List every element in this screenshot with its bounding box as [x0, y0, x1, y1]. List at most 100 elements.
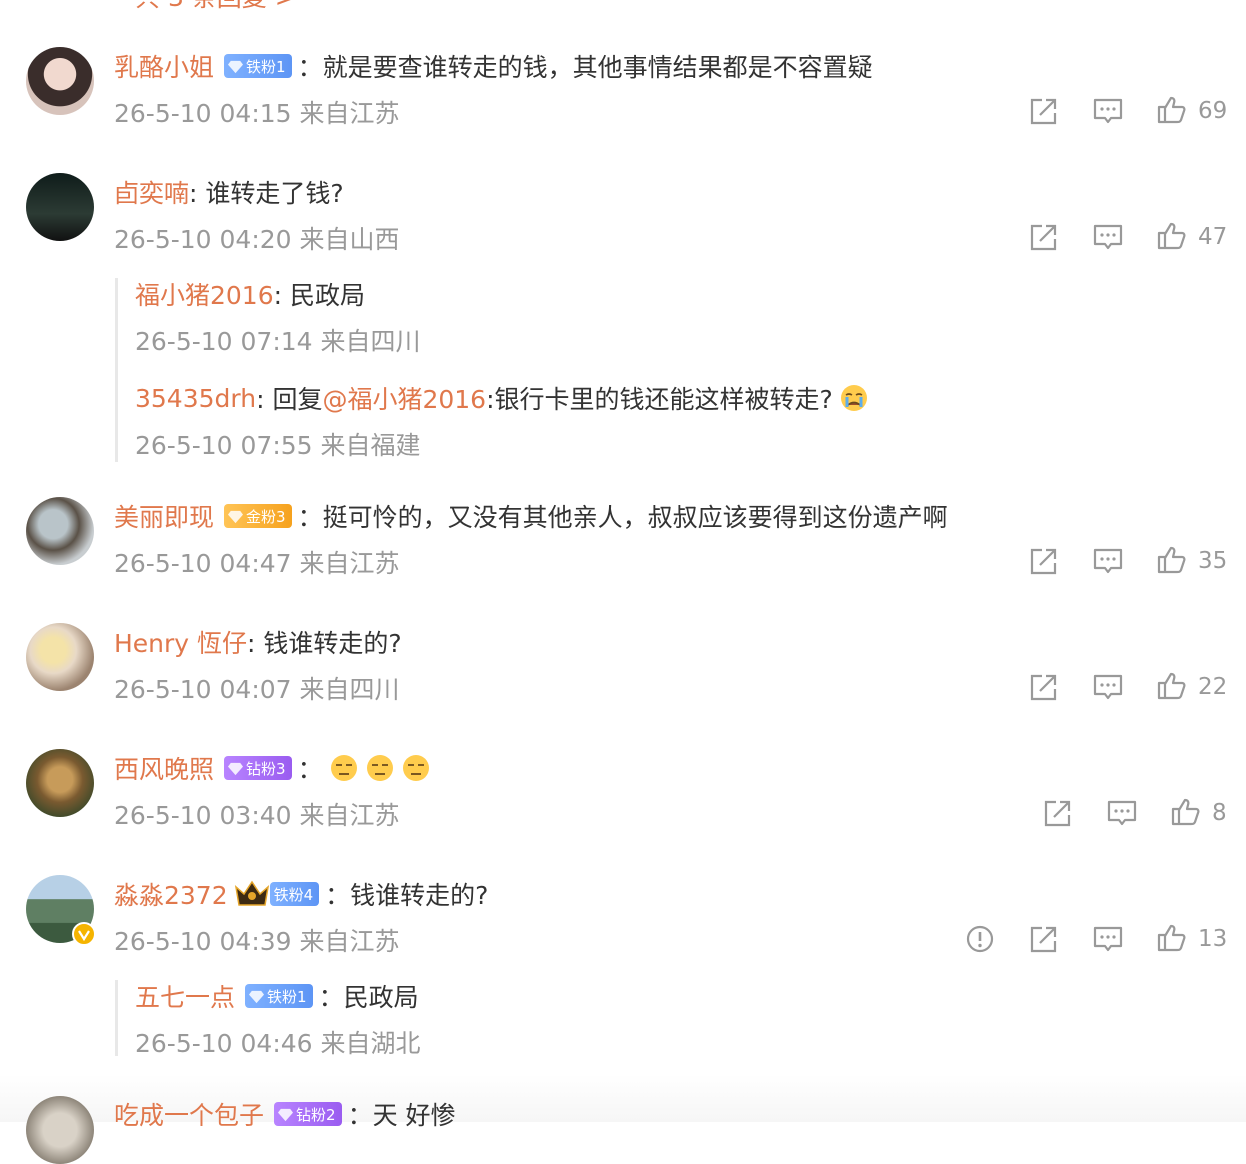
diamond-icon [228, 762, 244, 775]
fan-badge[interactable]: 铁粉1 [224, 54, 292, 78]
share-button[interactable] [1027, 94, 1061, 128]
share-button[interactable] [1041, 796, 1075, 830]
share-button[interactable] [1027, 544, 1061, 578]
reply-username[interactable]: 福小猪2016 [135, 276, 274, 312]
comment-meta: 26-5-10 04:47 来自江苏 [114, 549, 400, 578]
comment-icon [1093, 674, 1123, 700]
like-button[interactable] [1154, 669, 1188, 703]
comment-icon [1093, 98, 1123, 124]
reply-meta: 26-5-10 07:14 来自四川 [135, 327, 421, 356]
reply-meta: 26-5-10 07:55 来自福建 [135, 431, 421, 460]
reply-thread-bar [115, 980, 118, 1056]
reply-item: 五七一点 铁粉1 ：民政局 [135, 976, 419, 1016]
comment-button[interactable] [1091, 220, 1125, 254]
username[interactable]: 卣奕喃 [114, 174, 189, 210]
gold-gem-icon [228, 510, 244, 523]
reply-text: :银行卡里的钱还能这样被转走? [486, 385, 833, 414]
verified-badge-icon [72, 922, 96, 946]
thumbs-up-icon [1171, 798, 1200, 826]
fan-badge[interactable]: 金粉3 [224, 504, 292, 528]
comment-icon [1107, 800, 1137, 826]
comment-button[interactable] [1105, 796, 1139, 830]
fan-badge[interactable]: 钻粉2 [274, 1102, 342, 1126]
like-count: 69 [1198, 98, 1228, 124]
share-icon [1030, 674, 1057, 701]
like-count: 47 [1198, 224, 1228, 250]
crown-icon [234, 880, 269, 906]
avatar[interactable] [26, 173, 94, 241]
comment-button[interactable] [1091, 544, 1125, 578]
like-count: 35 [1198, 548, 1228, 574]
username[interactable]: Henry 恆仔 [114, 624, 247, 660]
fan-badge[interactable]: 钻粉3 [224, 756, 292, 780]
comment-button[interactable] [1091, 670, 1125, 704]
reply-thread-bar [115, 278, 118, 462]
thumbs-up-icon [1157, 924, 1186, 952]
like-count: 22 [1198, 674, 1228, 700]
comment-meta: 26-5-10 03:40 来自江苏 [114, 801, 400, 830]
mention-link[interactable]: @福小猪2016 [322, 380, 486, 416]
share-icon [1030, 926, 1057, 953]
comment-meta: 26-5-10 04:07 来自四川 [114, 675, 400, 704]
username[interactable]: 西风晚照 [114, 750, 214, 786]
share-icon [1030, 548, 1057, 575]
like-button[interactable] [1154, 219, 1188, 253]
like-button[interactable] [1154, 921, 1188, 955]
crying-emoji-icon [840, 385, 867, 411]
more-replies-link[interactable]: 共 3 条回复 > [135, 0, 296, 14]
avatar[interactable] [26, 749, 94, 817]
reply-text: ：民政局 [318, 983, 419, 1012]
comment-meta: 26-5-10 04:15 来自江苏 [114, 99, 400, 128]
comment-text: : 钱谁转走的? [247, 629, 402, 658]
comment-button[interactable] [1091, 94, 1125, 128]
username[interactable]: 淼淼2372 [114, 876, 228, 912]
reply-text: : 民政局 [273, 281, 365, 310]
share-button[interactable] [1027, 220, 1061, 254]
thumbs-up-icon [1157, 222, 1186, 250]
thumbs-up-icon [1157, 546, 1186, 574]
avatar[interactable] [26, 1096, 94, 1164]
like-count: 13 [1198, 926, 1228, 952]
comment-meta: 26-5-10 04:39 来自江苏 [114, 927, 400, 956]
comment-text: ：就是要查谁转走的钱，其他事情结果都是不容置疑 [297, 53, 873, 82]
sleepy-emoji-icon [402, 755, 429, 781]
share-icon [1044, 800, 1071, 827]
comment-icon [1093, 224, 1123, 250]
comment-text: : 谁转走了钱? [189, 179, 344, 208]
reply-item: 35435drh : 回复 @福小猪2016 :银行卡里的钱还能这样被转走? [135, 378, 869, 418]
reply-meta: 26-5-10 04:46 来自湖北 [135, 1029, 421, 1058]
diamond-icon [228, 60, 244, 73]
comment-text: ：天 好惨 [347, 1101, 456, 1130]
username[interactable]: 吃成一个包子 [114, 1096, 264, 1132]
comment-icon [1093, 926, 1123, 952]
reply-item: 福小猪2016 : 民政局 [135, 274, 365, 314]
comment-text: ：钱谁转走的? [325, 881, 489, 910]
like-button[interactable] [1168, 795, 1202, 829]
report-icon [966, 925, 994, 953]
username[interactable]: 乳酪小姐 [114, 48, 214, 84]
report-button[interactable] [963, 922, 997, 956]
fan-badge[interactable]: 铁粉1 [245, 984, 313, 1008]
diamond-icon [278, 1108, 294, 1121]
comment-text: ：挺可怜的，又没有其他亲人，叔叔应该要得到这份遗产啊 [297, 503, 948, 532]
sleepy-emoji-icon [366, 755, 393, 781]
sleepy-emoji-icon [330, 755, 357, 781]
diamond-icon [249, 990, 265, 1003]
avatar[interactable] [26, 47, 94, 115]
reply-prefix: : 回复 [256, 385, 323, 414]
comment-text: ： [297, 755, 323, 784]
share-button[interactable] [1027, 670, 1061, 704]
share-icon [1030, 98, 1057, 125]
fan-badge[interactable]: 铁粉4 [269, 882, 320, 906]
comment-icon [1093, 548, 1123, 574]
like-button[interactable] [1154, 93, 1188, 127]
comment-meta: 26-5-10 04:20 来自山西 [114, 225, 400, 254]
username[interactable]: 美丽即现 [114, 498, 214, 534]
avatar[interactable] [26, 623, 94, 691]
comment-button[interactable] [1091, 922, 1125, 956]
share-button[interactable] [1027, 922, 1061, 956]
avatar[interactable] [26, 497, 94, 565]
reply-username[interactable]: 35435drh [135, 384, 256, 413]
reply-username[interactable]: 五七一点 [135, 978, 235, 1014]
like-button[interactable] [1154, 543, 1188, 577]
